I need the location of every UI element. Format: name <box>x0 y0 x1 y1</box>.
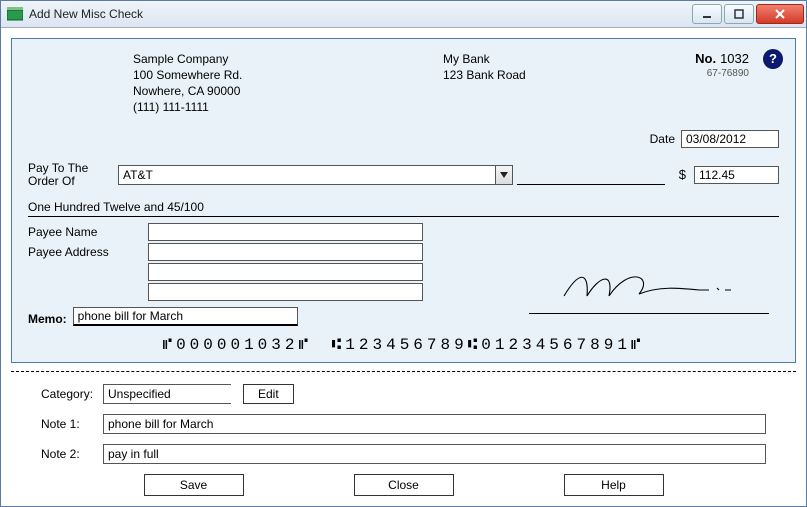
payee-dropdown-button[interactable] <box>495 165 513 185</box>
note2-label: Note 2: <box>41 447 103 461</box>
app-icon <box>7 7 23 21</box>
company-addr1: 100 Somewhere Rd. <box>133 67 333 83</box>
client-area: ? Sample Company 100 Somewhere Rd. Nowhe… <box>1 28 806 506</box>
company-block: Sample Company 100 Somewhere Rd. Nowhere… <box>133 51 333 116</box>
minimize-button[interactable] <box>692 4 722 24</box>
micr-line: ⑈000001032⑈ ⑆123456789⑆01234567891⑈ <box>28 336 779 354</box>
dollar-sign: $ <box>679 167 686 182</box>
save-button[interactable]: Save <box>144 474 244 496</box>
lower-panel: Category: Edit Note 1: Note 2: Save Clos… <box>11 380 796 496</box>
note2-input[interactable] <box>103 444 766 464</box>
edit-button[interactable]: Edit <box>243 384 294 404</box>
payee-addr1-input[interactable] <box>148 243 423 261</box>
pay-underline <box>517 165 665 185</box>
payee-addr3-input[interactable] <box>148 283 423 301</box>
company-name: Sample Company <box>133 51 333 67</box>
check-panel: ? Sample Company 100 Somewhere Rd. Nowhe… <box>11 38 796 363</box>
note1-label: Note 1: <box>41 417 103 431</box>
signature-icon <box>559 266 739 306</box>
chevron-down-icon <box>500 172 508 178</box>
close-window-button[interactable] <box>756 4 804 24</box>
company-phone: (111) 111-1111 <box>133 99 333 115</box>
date-label: Date <box>650 132 675 146</box>
company-addr2: Nowhere, CA 90000 <box>133 83 333 99</box>
date-input[interactable] <box>681 130 779 148</box>
payee-combo[interactable] <box>118 165 513 185</box>
pay-to-order-label: Pay To The Order Of <box>28 162 118 188</box>
bank-name: My Bank <box>443 51 603 67</box>
memo-label: Memo: <box>28 312 67 326</box>
category-label: Category: <box>41 387 103 401</box>
payee-name-label: Payee Name <box>28 225 148 239</box>
check-number: No.1032 <box>695 51 749 66</box>
payee-addr-label: Payee Address <box>28 245 148 259</box>
divider <box>11 371 796 372</box>
titlebar: Add New Misc Check <box>1 1 806 28</box>
payee-addr2-input[interactable] <box>148 263 423 281</box>
category-combo[interactable] <box>103 384 231 404</box>
memo-input[interactable] <box>73 307 298 326</box>
help-button[interactable]: Help <box>564 474 664 496</box>
payee-name-input[interactable] <box>148 223 423 241</box>
help-icon[interactable]: ? <box>763 49 783 69</box>
window-title: Add New Misc Check <box>29 7 692 21</box>
amount-words: One Hundred Twelve and 45/100 <box>28 200 779 217</box>
payee-input[interactable] <box>118 165 495 185</box>
close-button[interactable]: Close <box>354 474 454 496</box>
note1-input[interactable] <box>103 414 766 434</box>
bank-addr: 123 Bank Road <box>443 67 603 83</box>
amount-input[interactable] <box>694 166 779 184</box>
window: Add New Misc Check ? Sample Company 100 … <box>0 0 807 507</box>
routing-small: 67-76890 <box>695 68 749 79</box>
signature-area <box>529 266 769 314</box>
maximize-button[interactable] <box>724 4 754 24</box>
bank-block: My Bank 123 Bank Road <box>443 51 603 116</box>
